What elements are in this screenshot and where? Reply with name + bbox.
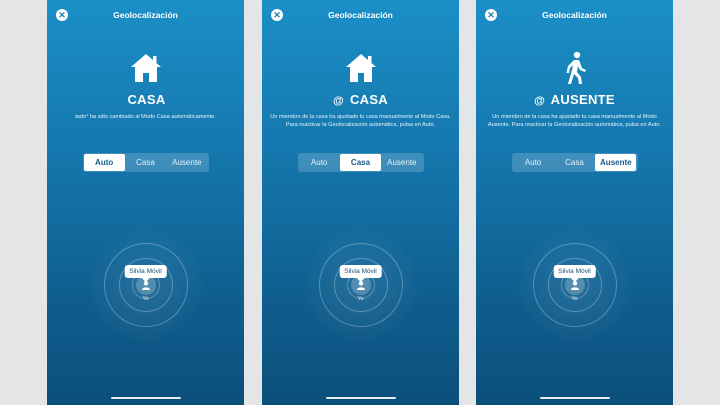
segment-casa[interactable]: Casa [339,154,382,171]
segment-ausente[interactable]: Ausente [595,154,637,171]
device-bubble[interactable]: Silvia Móvil [339,265,382,278]
mode-segmented-control: Auto Casa Ausente [297,153,424,172]
screen-title: Geolocalización [113,10,178,20]
me-label: Yo [357,296,364,302]
segment-auto[interactable]: Auto [299,154,340,171]
segment-ausente[interactable]: Ausente [381,154,422,171]
phone-screen-3: ✕ Geolocalización @ AUSENTE Un miembro d… [476,0,673,405]
mode-description: Un miembro de la casa ha ajustado tu cas… [488,114,661,128]
location-radar [514,225,635,345]
mode-description: Un miembro de la casa ha ajustado tu cas… [270,114,451,128]
mode-description: tado° ha sido cambiado al Modo Casa auto… [75,114,216,120]
house-icon [130,54,161,82]
location-radar [300,225,421,345]
segment-casa[interactable]: Casa [125,154,166,171]
mode-segmented-control: Auto Casa Ausente [82,153,209,172]
mode-segmented-control: Auto Casa Ausente [511,153,638,172]
mode-title: @ CASA [333,92,388,107]
segment-auto[interactable]: Auto [513,154,554,171]
screen-title: Geolocalización [328,10,393,20]
segment-ausente[interactable]: Ausente [166,154,207,171]
house-icon [345,54,376,82]
phone-screen-1: ✕ Geolocalización CASA tado° ha sido cam… [47,0,244,405]
me-label: Yo [142,296,149,302]
home-indicator [539,397,610,399]
home-indicator [110,397,181,399]
device-bubble[interactable]: Silvia Móvil [124,265,167,278]
segment-casa[interactable]: Casa [554,154,595,171]
segment-auto[interactable]: Auto [83,154,125,171]
mode-title: @ AUSENTE [534,92,615,107]
location-radar [85,225,206,345]
walking-person-icon [566,51,586,84]
home-indicator [325,397,396,399]
phone-screen-2: ✕ Geolocalización @ CASA Un miembro de l… [262,0,459,405]
device-bubble[interactable]: Silvia Móvil [553,265,596,278]
me-label: Yo [571,296,578,302]
screen-title: Geolocalización [542,10,607,20]
mode-title: CASA [127,92,166,107]
